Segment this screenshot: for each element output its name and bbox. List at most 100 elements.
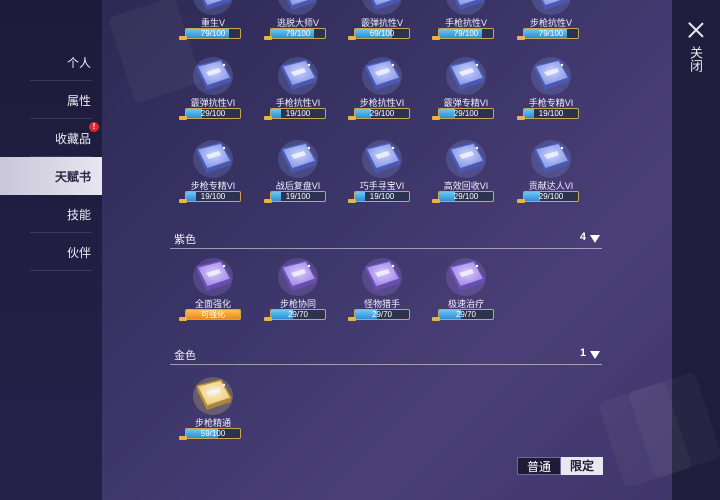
progress-text: 79/100	[285, 29, 311, 38]
progress-text: 59/100	[200, 429, 226, 438]
progress-bar: 19/100	[270, 191, 326, 202]
progress-text: 29/100	[453, 109, 479, 118]
talent-book-icon	[191, 52, 235, 96]
sidebar-item-partners[interactable]: 伙伴	[0, 233, 102, 271]
notification-badge: !	[89, 122, 99, 132]
progress-text: 79/100	[538, 29, 564, 38]
level-tag-icon	[432, 317, 440, 321]
progress-bar: 79/100	[438, 28, 494, 39]
progress-bar: 19/100	[185, 191, 241, 202]
talent-book-icon	[191, 135, 235, 179]
talent-book-icon	[529, 52, 573, 96]
talent-book-icon	[529, 135, 573, 179]
talent-book-icon	[444, 135, 488, 179]
talent-book-icon	[360, 52, 404, 96]
progress-text: 69/100	[369, 29, 395, 38]
progress-bar: 19/100	[523, 108, 579, 119]
talent-book-icon	[444, 253, 488, 297]
sidebar-item-personal[interactable]: 个人	[0, 43, 102, 81]
section-header-purple[interactable]: 紫色 4	[170, 231, 602, 249]
collapse-triangle-icon	[590, 351, 600, 359]
talent-book-icon	[360, 0, 404, 16]
progress-text: 19/100	[285, 192, 311, 201]
progress-bar: 29/100	[438, 108, 494, 119]
progress-text: 79/100	[200, 29, 226, 38]
sidebar-item-label: 技能	[66, 207, 91, 222]
sidebar-item-label: 伙伴	[66, 245, 91, 260]
close-icon	[688, 22, 704, 38]
level-tag-icon	[348, 199, 356, 203]
progress-bar: 29/100	[354, 108, 410, 119]
sidebar-item-attributes[interactable]: 属性	[0, 81, 102, 119]
progress-text: 19/100	[538, 109, 564, 118]
sidebar-item-label: 属性	[66, 93, 91, 108]
level-tag-icon	[179, 317, 187, 321]
progress-bar: 59/100	[185, 428, 241, 439]
progress-bar: 19/100	[354, 191, 410, 202]
level-tag-icon	[517, 116, 525, 120]
progress-text: 29/100	[453, 192, 479, 201]
level-tag-icon	[264, 116, 272, 120]
level-tag-icon	[179, 116, 187, 120]
level-tag-icon	[517, 199, 525, 203]
level-tag-icon	[432, 199, 440, 203]
progress-text: 19/100	[369, 192, 395, 201]
progress-bar: 29/70	[438, 309, 494, 320]
section-count: 4	[579, 231, 586, 243]
level-tag-icon	[348, 116, 356, 120]
talent-book-icon	[276, 52, 320, 96]
section-divider	[170, 364, 602, 365]
progress-text: 29/100	[538, 192, 564, 201]
talent-book-icon	[444, 52, 488, 96]
level-tag-icon	[179, 199, 187, 203]
talent-book-icon	[360, 253, 404, 297]
section-label: 金色	[174, 350, 196, 362]
level-tag-icon	[264, 36, 272, 40]
progress-text: 19/100	[285, 109, 311, 118]
level-tag-icon	[517, 36, 525, 40]
level-tag-icon	[264, 317, 272, 321]
mode-normal-button[interactable]: 普通	[517, 457, 561, 475]
section-count: 1	[579, 347, 586, 359]
sidebar-item-skills[interactable]: 技能	[0, 195, 102, 233]
sidebar-item-talent-books[interactable]: 天赋书	[0, 157, 102, 195]
progress-text: 29/70	[455, 310, 477, 319]
progress-bar: 29/70	[270, 309, 326, 320]
talent-book-icon	[360, 135, 404, 179]
talent-book-icon	[191, 253, 235, 297]
level-tag-icon	[348, 317, 356, 321]
level-tag-icon	[179, 36, 187, 40]
progress-bar: 79/100	[523, 28, 579, 39]
progress-text: 29/100	[200, 109, 226, 118]
talent-book-icon	[444, 0, 488, 16]
mode-limited-button[interactable]: 限定	[561, 457, 603, 475]
close-label: 关闭	[688, 46, 703, 72]
talent-book-icon	[276, 253, 320, 297]
progress-text: 可强化	[201, 310, 225, 319]
sidebar-item-collectibles[interactable]: 收藏品!	[0, 119, 102, 157]
talent-book-icon	[529, 0, 573, 16]
progress-bar: 79/100	[270, 28, 326, 39]
collapse-triangle-icon	[590, 235, 600, 243]
talent-book-icon	[191, 0, 235, 16]
talent-book-icon	[276, 0, 320, 16]
level-tag-icon	[179, 436, 187, 440]
level-tag-icon	[264, 199, 272, 203]
section-header-gold[interactable]: 金色 1	[170, 347, 602, 365]
progress-bar: 29/70	[354, 309, 410, 320]
sidebar-item-label: 收藏品	[54, 131, 91, 146]
progress-text: 19/100	[200, 192, 226, 201]
sidebar-item-label: 天赋书	[54, 169, 91, 184]
progress-bar: 29/100	[523, 191, 579, 202]
progress-text: 29/70	[287, 310, 309, 319]
progress-bar: 19/100	[270, 108, 326, 119]
progress-bar: 29/100	[438, 191, 494, 202]
progress-bar: 69/100	[354, 28, 410, 39]
progress-text: 29/100	[369, 109, 395, 118]
level-tag-icon	[432, 36, 440, 40]
talent-book-icon	[276, 135, 320, 179]
sidebar: 个人 属性 收藏品! 天赋书 技能 伙伴	[0, 43, 102, 271]
close-button[interactable]: 关闭	[680, 20, 712, 90]
section-divider	[170, 248, 602, 249]
progress-bar: 79/100	[185, 28, 241, 39]
